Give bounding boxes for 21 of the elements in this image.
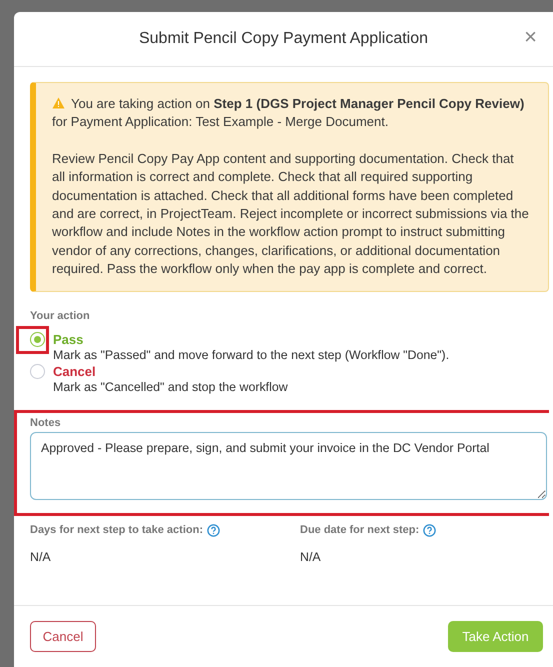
option-label: Cancel	[53, 364, 97, 379]
action-label: Your action	[30, 310, 91, 322]
cancel-button[interactable]: Cancel	[30, 621, 96, 652]
radio-button[interactable]	[30, 332, 45, 347]
info-value: N/A	[30, 550, 52, 564]
alert-intro: You are taking action on Step 1 (DGS Project Manager Pencil Copy Review) for Payment Application: Test Example - Merge Document.	[52, 95, 526, 132]
alert-instructions: Review Pencil Copy Pay App content and supporting documentation. Check that all information is correct and complete. Check that all required supporting documentation is attached. Check that all additional forms have been completed and are correct, in ProjectTeam. Reject incomplete or incorrect submissions via the workflow and include Notes in the workflow action prompt to instruct submitting vendor of any corrections, changes, clarifications, or additional documentation required. Pass the workflow only when the pay app is complete and correct.	[52, 150, 530, 278]
info-label: Days for next step to take action:	[30, 524, 300, 537]
notes-field[interactable]: Approved - Please prepare, sign, and submit your invoice in the DC Vendor Portal	[30, 432, 547, 500]
help-icon[interactable]	[423, 524, 436, 537]
option-description: Mark as "Cancelled" and stop the workflow	[53, 378, 289, 396]
close-button[interactable]: ×	[520, 26, 541, 48]
radio-button[interactable]	[30, 364, 45, 379]
option-label: Pass	[53, 332, 84, 347]
help-icon[interactable]	[207, 524, 220, 537]
dialog-title: Submit Pencil Copy Payment Application	[138, 30, 428, 48]
info-value: N/A	[300, 550, 322, 564]
option-description: Mark as "Passed" and move forward to the next step (Workflow "Done").	[53, 346, 450, 364]
info-label: Due date for next step:	[300, 524, 549, 537]
notes-label: Notes	[30, 416, 62, 429]
warning-icon	[52, 97, 65, 109]
